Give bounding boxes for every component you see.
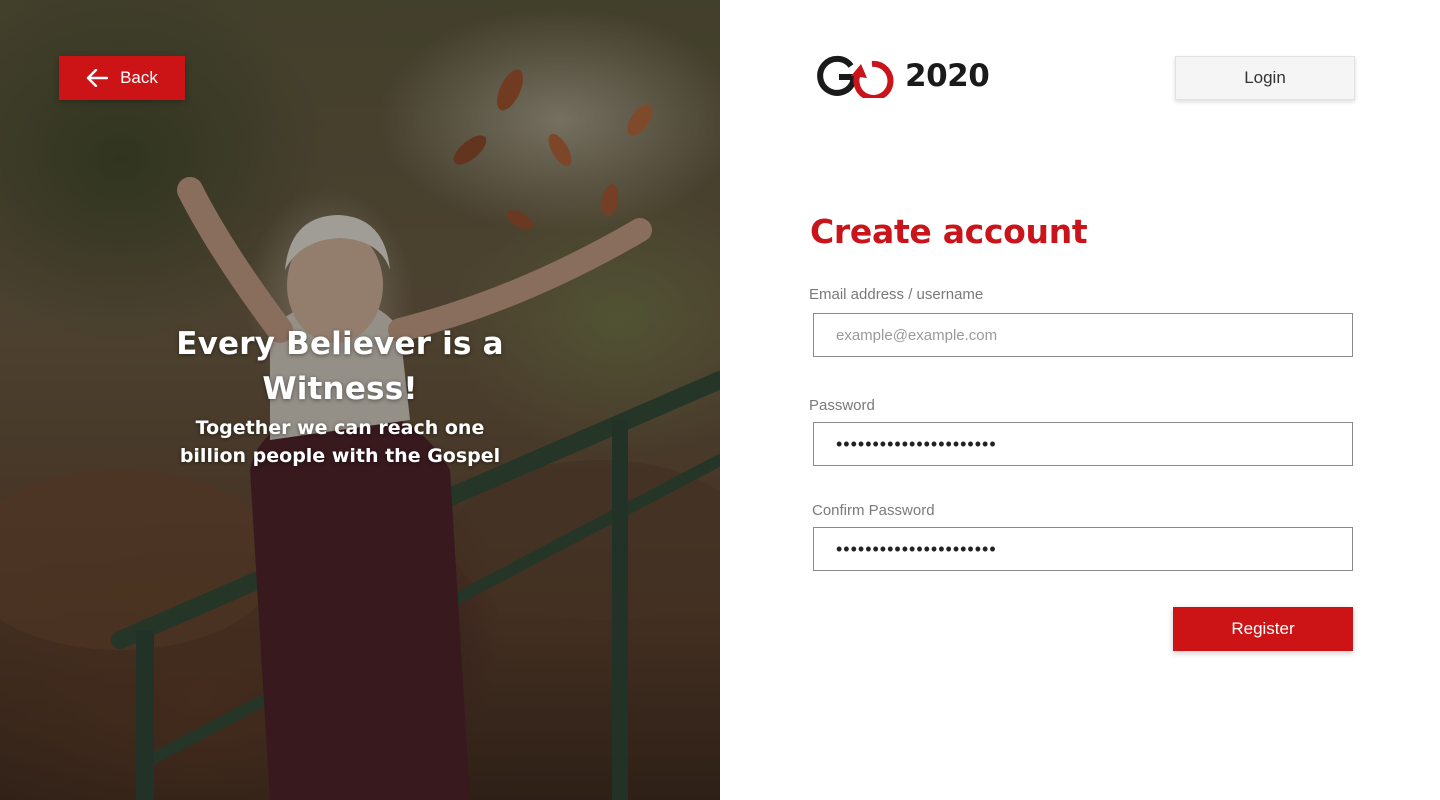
arrow-left-icon xyxy=(86,69,109,87)
register-button[interactable]: Register xyxy=(1173,607,1353,651)
login-button[interactable]: Login xyxy=(1175,56,1355,100)
back-button[interactable]: Back xyxy=(59,56,185,100)
password-label: Password xyxy=(809,397,875,414)
logo[interactable]: 2020 xyxy=(815,54,990,98)
page-title: Create account xyxy=(810,212,1088,251)
back-button-label: Back xyxy=(120,68,158,87)
hero-text: Every Believer is a Witness! Together we… xyxy=(140,322,540,470)
logo-text: 2020 xyxy=(905,58,990,94)
go-logo-arrow-icon xyxy=(817,55,894,98)
email-field[interactable] xyxy=(813,313,1353,357)
hero-panel: Back Every Believer is a Witness! Togeth… xyxy=(0,0,720,800)
confirm-password-field[interactable] xyxy=(813,527,1353,571)
hero-subtitle: Together we can reach one billion people… xyxy=(179,417,501,467)
password-field[interactable] xyxy=(813,422,1353,466)
confirm-password-label: Confirm Password xyxy=(812,502,935,519)
email-label: Email address / username xyxy=(809,286,984,303)
hero-title: Every Believer is a Witness! xyxy=(176,326,504,407)
